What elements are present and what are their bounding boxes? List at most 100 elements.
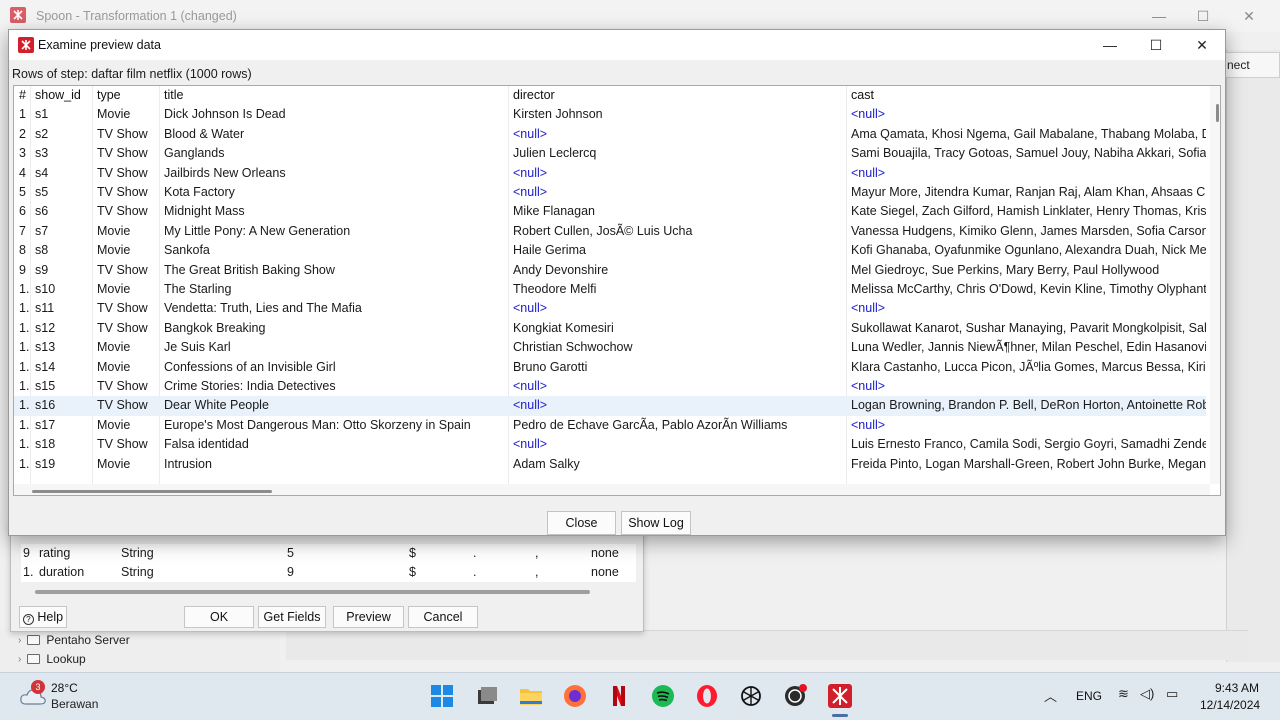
table-cell-id[interactable]: s16 [32,396,94,415]
table-cell-director[interactable]: Adam Salky [510,455,848,474]
table-cell-id[interactable]: s7 [32,222,94,241]
column-header[interactable]: title [161,86,510,105]
table-cell-title[interactable]: My Little Pony: A New Generation [161,222,510,241]
table-cell-director[interactable]: <null> [510,183,848,202]
table-cell-director[interactable]: Pedro de Echave GarcÃ­a, Pablo AzorÃ­n W… [510,416,848,435]
table-cell-row-number[interactable]: 8 [16,241,32,260]
table-cell-row-number[interactable]: 1. [16,435,32,454]
table-cell-type[interactable]: TV Show [94,202,161,221]
close-button[interactable]: Close [547,511,616,535]
weather-condition[interactable]: Berawan [51,697,98,711]
table-cell-title[interactable]: Vendetta: Truth, Lies and The Mafia [161,299,510,318]
obs-recorder-icon[interactable] [781,682,809,710]
clock-date[interactable]: 12/14/2024 [1200,698,1260,712]
table-cell-id[interactable]: s5 [32,183,94,202]
chevron-right-icon[interactable]: › [18,654,21,665]
table-cell-row-number[interactable]: 1. [16,338,32,357]
table-cell-director[interactable]: <null> [510,299,848,318]
table-cell-director[interactable]: Haile Gerima [510,241,848,260]
table-cell-cast[interactable]: Vanessa Hudgens, Kimiko Glenn, James Mar… [848,222,1206,241]
table-row[interactable]: 1. s14 Movie Confessions of an Invisible Gi… [14,358,1206,377]
horizontal-scrollbar-thumb[interactable] [32,490,272,493]
table-cell-type[interactable]: Movie [94,455,161,474]
table-cell-director[interactable]: Andy Devonshire [510,261,848,280]
ok-button[interactable]: OK [184,606,254,628]
language-indicator[interactable]: ENG [1076,689,1102,703]
table-cell-title[interactable]: Midnight Mass [161,202,510,221]
table-cell-row-number[interactable]: 1. [16,396,32,415]
pentaho-spoon-icon[interactable] [826,682,854,710]
table-cell-director[interactable]: <null> [510,396,848,415]
table-row[interactable]: 7 s7 Movie My Little Pony: A New Generation… [14,222,1206,241]
table-cell-type[interactable]: TV Show [94,261,161,280]
table-cell-cast[interactable]: Luna Wedler, Jannis NiewÃ¶hner, Milan Pe… [848,338,1206,357]
column-header[interactable]: director [510,86,848,105]
table-cell-row-number[interactable]: 1. [16,358,32,377]
spotify-icon[interactable] [649,682,677,710]
table-cell-director[interactable]: <null> [510,125,848,144]
minimize-icon[interactable]: — [1136,0,1182,32]
table-cell-cast[interactable]: Ama Qamata, Khosi Ngema, Gail Mabalane, … [848,125,1206,144]
connect-button[interactable]: nect [1222,52,1280,78]
vertical-scrollbar[interactable] [1210,86,1220,484]
table-row[interactable]: 1. s17 Movie Europe's Most Dangerous Man: O… [14,416,1206,435]
chatgpt-icon[interactable] [737,682,765,710]
netflix-icon[interactable] [605,682,633,710]
table-cell-cast[interactable]: Kate Siegel, Zach Gilford, Hamish Linkla… [848,202,1206,221]
table-cell-type[interactable]: Movie [94,338,161,357]
windows-start-icon[interactable] [428,682,456,710]
table-cell-director[interactable]: Mike Flanagan [510,202,848,221]
firefox-icon[interactable] [561,682,589,710]
table-cell-id[interactable]: s2 [32,125,94,144]
opera-icon[interactable] [693,682,721,710]
table-row[interactable]: 1. s16 TV Show Dear White People <null> Logan… [14,396,1206,416]
table-cell-id[interactable]: s11 [32,299,94,318]
table-cell-cast[interactable]: Freida Pinto, Logan Marshall-Green, Robe… [848,455,1206,474]
table-cell-cast[interactable]: Mayur More, Jitendra Kumar, Ranjan Raj, … [848,183,1206,202]
table-cell-row-number[interactable]: 6 [16,202,32,221]
table-cell-id[interactable]: s18 [32,435,94,454]
file-explorer-icon[interactable] [517,682,545,710]
table-row[interactable]: 3 s3 TV Show Ganglands Julien Leclercq Sami B… [14,144,1206,163]
table-cell-row-number[interactable]: 5 [16,183,32,202]
table-row[interactable]: 2 s2 TV Show Blood & Water <null> Ama Qamata,… [14,125,1206,144]
table-cell-title[interactable]: The Great British Baking Show [161,261,510,280]
tree-item-lookup[interactable]: › Lookup [18,652,86,666]
chevron-right-icon[interactable]: › [18,635,21,646]
table-cell-type[interactable]: TV Show [94,125,161,144]
table-cell-type[interactable]: Movie [94,222,161,241]
table-row[interactable]: 9 s9 TV Show The Great British Baking Show A… [14,261,1206,280]
table-cell-type[interactable]: TV Show [94,377,161,396]
table-cell-id[interactable]: s14 [32,358,94,377]
preview-button[interactable]: Preview [333,606,404,628]
table-cell-cast[interactable]: Logan Browning, Brandon P. Bell, DeRon H… [848,396,1206,415]
show-log-button[interactable]: Show Log [621,511,691,535]
table-cell-title[interactable]: Intrusion [161,455,510,474]
table-cell-cast[interactable]: <null> [848,299,1206,318]
table-cell-title[interactable]: Dear White People [161,396,510,415]
table-cell-row-number[interactable]: 1. [16,455,32,474]
cancel-button[interactable]: Cancel [408,606,478,628]
table-cell-title[interactable]: Jailbirds New Orleans [161,164,510,183]
table-cell-type[interactable]: TV Show [94,164,161,183]
table-cell-id[interactable]: s8 [32,241,94,260]
table-cell-row-number[interactable]: 4 [16,164,32,183]
table-cell-cast[interactable]: Melissa McCarthy, Chris O'Dowd, Kevin Kl… [848,280,1206,299]
table-cell-cast[interactable]: Kofi Ghanaba, Oyafunmike Ogunlano, Alexa… [848,241,1206,260]
table-row[interactable]: 1. s19 Movie Intrusion Adam Salky Freida Pint… [14,455,1206,474]
horizontal-scrollbar[interactable] [35,590,590,594]
table-cell-cast[interactable]: Luis Ernesto Franco, Camila Sodi, Sergio… [848,435,1206,454]
table-cell-id[interactable]: s3 [32,144,94,163]
table-cell-title[interactable]: The Starling [161,280,510,299]
table-row[interactable]: 5 s5 TV Show Kota Factory <null> Mayur More, … [14,183,1206,202]
table-cell-cast[interactable]: <null> [848,377,1206,396]
table-cell-title[interactable]: Bangkok Breaking [161,319,510,338]
table-cell-type[interactable]: TV Show [94,319,161,338]
transformation-canvas[interactable] [286,630,1248,660]
table-row[interactable]: 1. s18 TV Show Falsa identidad <null> Luis Er… [14,435,1206,454]
table-cell-type[interactable]: TV Show [94,144,161,163]
tree-item-pentaho-server[interactable]: › Pentaho Server [18,633,130,647]
table-cell-id[interactable]: s1 [32,105,94,124]
table-cell-type[interactable]: Movie [94,241,161,260]
table-row[interactable]: 1. s13 Movie Je Suis Karl Christian Schwocho… [14,338,1206,357]
